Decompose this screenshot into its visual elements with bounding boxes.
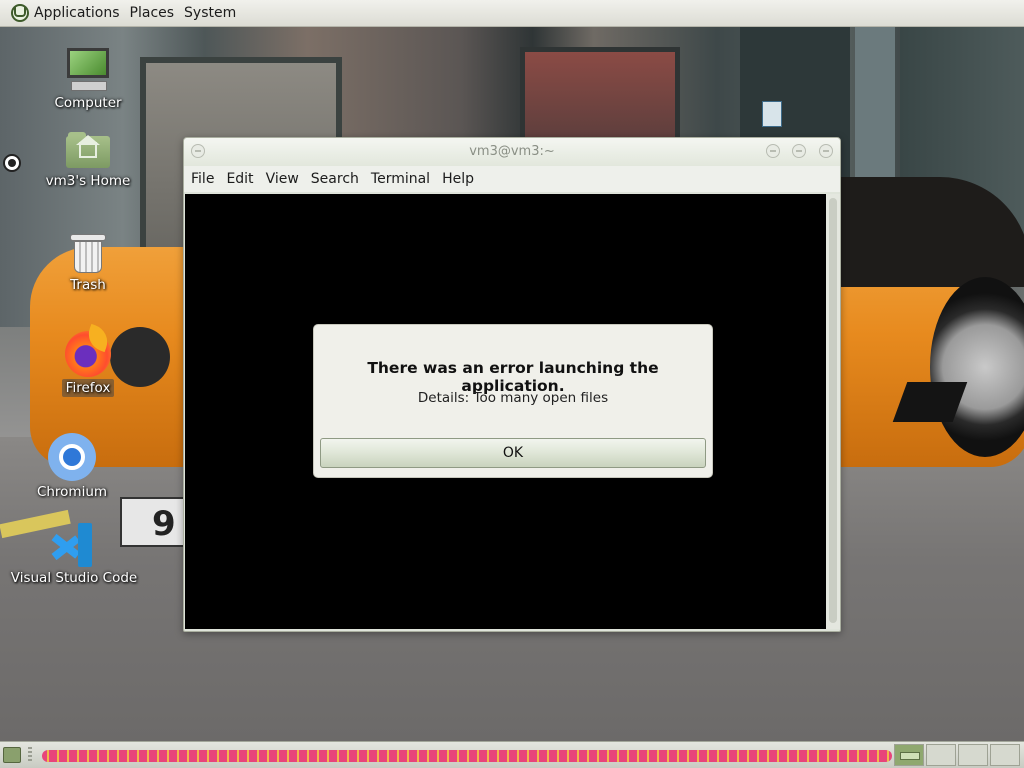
workspace-3[interactable] bbox=[958, 744, 988, 766]
trash-icon bbox=[70, 232, 106, 274]
maximize-icon[interactable] bbox=[792, 144, 806, 158]
close-icon[interactable] bbox=[819, 144, 833, 158]
terminal-menubar: File Edit View Search Terminal Help bbox=[184, 166, 840, 192]
places-menu-label: Places bbox=[129, 5, 175, 21]
computer-icon bbox=[65, 48, 111, 92]
desktop-icon-firefox[interactable]: Firefox bbox=[28, 331, 148, 397]
desktop-icon-label: Firefox bbox=[61, 379, 115, 397]
firefox-icon bbox=[65, 331, 111, 377]
desktop-icon-vscode[interactable]: Visual Studio Code bbox=[11, 523, 137, 587]
home-folder-icon bbox=[66, 130, 110, 170]
linux-mint-logo-icon bbox=[11, 4, 29, 22]
terminal-title: vm3@vm3:~ bbox=[469, 144, 555, 159]
desktop-icon-label: Trash bbox=[70, 277, 106, 293]
menu-terminal[interactable]: Terminal bbox=[365, 171, 436, 187]
applications-menu[interactable]: Applications bbox=[0, 0, 125, 26]
chromium-icon bbox=[48, 433, 96, 481]
error-dialog: There was an error launching the applica… bbox=[313, 324, 713, 478]
terminal-scrollbar[interactable] bbox=[826, 194, 840, 629]
desktop-icon-trash[interactable]: Trash bbox=[28, 232, 148, 294]
desktop-icon-label: Visual Studio Code bbox=[10, 570, 138, 586]
desktop-icon-computer[interactable]: Computer bbox=[28, 48, 148, 112]
wallpaper-sign bbox=[762, 101, 782, 127]
menu-help[interactable]: Help bbox=[436, 171, 480, 187]
error-details: Details: Too many open files bbox=[417, 390, 609, 406]
workspace-1[interactable] bbox=[894, 744, 924, 766]
panel-drag-handle[interactable] bbox=[28, 747, 32, 763]
vscode-icon bbox=[51, 523, 96, 567]
system-menu[interactable]: System bbox=[179, 0, 241, 26]
terminal-titlebar[interactable]: vm3@vm3:~ bbox=[184, 138, 840, 166]
eye-icon[interactable] bbox=[3, 154, 21, 172]
places-menu[interactable]: Places bbox=[125, 0, 180, 26]
bottom-panel bbox=[0, 741, 1024, 768]
menu-file[interactable]: File bbox=[185, 171, 220, 187]
desktop-icon-home[interactable]: vm3's Home bbox=[28, 130, 148, 190]
desktop-icon-label: Chromium bbox=[36, 484, 108, 500]
system-menu-label: System bbox=[184, 5, 237, 21]
ok-button[interactable]: OK bbox=[320, 438, 706, 468]
menu-view[interactable]: View bbox=[260, 171, 305, 187]
desktop-icon-label: vm3's Home bbox=[45, 173, 131, 189]
scrollbar-thumb[interactable] bbox=[829, 198, 837, 623]
workspace-2[interactable] bbox=[926, 744, 956, 766]
top-panel: Applications Places System bbox=[0, 0, 1024, 27]
workspace-4[interactable] bbox=[990, 744, 1020, 766]
show-desktop-icon[interactable] bbox=[3, 747, 21, 763]
minimize-icon[interactable] bbox=[766, 144, 780, 158]
applications-menu-label: Applications bbox=[34, 5, 120, 21]
menu-search[interactable]: Search bbox=[305, 171, 365, 187]
desktop-icon-label: Computer bbox=[54, 95, 122, 111]
window-list[interactable] bbox=[42, 750, 892, 762]
desktop-icon-chromium[interactable]: Chromium bbox=[12, 433, 132, 501]
menu-edit[interactable]: Edit bbox=[220, 171, 259, 187]
